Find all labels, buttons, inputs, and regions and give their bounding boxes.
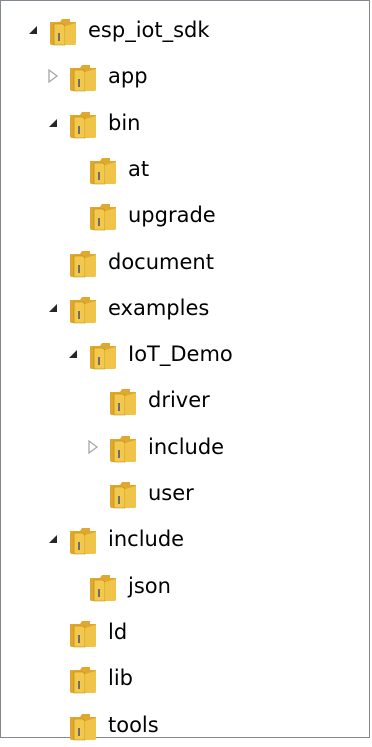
tree-item-label: app bbox=[108, 64, 148, 89]
tree-item-label: json bbox=[128, 573, 171, 598]
tree-item[interactable]: document bbox=[45, 240, 214, 284]
tree-item[interactable]: bin bbox=[45, 101, 140, 145]
expand-arrow-icon[interactable] bbox=[45, 115, 61, 131]
folder-icon bbox=[107, 430, 139, 464]
tree-item-label: driver bbox=[148, 388, 210, 413]
tree-item-label: bin bbox=[108, 110, 141, 135]
expand-arrow-icon[interactable] bbox=[45, 531, 61, 547]
toggle-spacer bbox=[65, 161, 81, 177]
tree-item-label: document bbox=[108, 249, 214, 274]
expand-arrow-icon[interactable] bbox=[45, 300, 61, 316]
toggle-spacer bbox=[45, 717, 61, 733]
collapse-arrow-icon[interactable] bbox=[85, 439, 101, 455]
folder-icon bbox=[67, 522, 99, 556]
expand-arrow-icon[interactable] bbox=[65, 346, 81, 362]
folder-icon bbox=[107, 383, 139, 417]
tree-item[interactable]: ld bbox=[45, 610, 127, 654]
tree-item-label: IoT_Demo bbox=[128, 342, 233, 367]
folder-icon bbox=[87, 337, 119, 371]
tree-item-label: esp_iot_sdk bbox=[88, 18, 210, 42]
tree-item[interactable]: at bbox=[65, 147, 149, 191]
folder-icon bbox=[87, 198, 119, 232]
tree-item[interactable]: include bbox=[85, 425, 224, 469]
toggle-spacer bbox=[45, 670, 61, 686]
tree-item-label: include bbox=[148, 434, 225, 459]
folder-icon bbox=[87, 569, 119, 603]
tree-item-label: ld bbox=[108, 619, 128, 644]
expand-arrow-icon[interactable] bbox=[25, 22, 41, 38]
folder-icon bbox=[67, 291, 99, 325]
tree-item-label: include bbox=[108, 527, 185, 552]
toggle-spacer bbox=[45, 624, 61, 640]
folder-icon bbox=[107, 476, 139, 510]
folder-tree-pane[interactable]: esp_iot_sdkapp bin at upgrade document exampl… bbox=[0, 0, 370, 740]
folder-icon bbox=[67, 615, 99, 649]
tree-item-label: at bbox=[128, 156, 150, 181]
toggle-spacer bbox=[85, 392, 101, 408]
tree-item-label: lib bbox=[108, 666, 133, 691]
tree-item[interactable]: lib bbox=[45, 656, 133, 700]
folder-icon bbox=[67, 661, 99, 695]
tree-item-label: user bbox=[148, 481, 194, 505]
collapse-arrow-icon[interactable] bbox=[45, 68, 61, 84]
folder-icon bbox=[67, 708, 99, 742]
tree-item[interactable]: include bbox=[45, 517, 184, 561]
tree-item-label: examples bbox=[108, 295, 210, 320]
tree-item[interactable]: examples bbox=[45, 286, 209, 330]
folder-icon bbox=[67, 59, 99, 93]
tree-item[interactable]: app bbox=[45, 54, 148, 98]
toggle-spacer bbox=[45, 254, 61, 270]
tree-item[interactable]: esp_iot_sdk bbox=[25, 8, 210, 52]
folder-icon bbox=[67, 106, 99, 140]
folder-icon bbox=[87, 152, 119, 186]
folder-icon bbox=[67, 245, 99, 279]
tree-item[interactable]: driver bbox=[85, 378, 210, 422]
tree-item[interactable]: upgrade bbox=[65, 193, 216, 237]
tree-item-label: upgrade bbox=[128, 203, 216, 228]
toggle-spacer bbox=[65, 578, 81, 594]
tree-item[interactable]: IoT_Demo bbox=[65, 332, 233, 376]
tree-item[interactable]: user bbox=[85, 471, 194, 515]
folder-icon bbox=[47, 13, 79, 47]
toggle-spacer bbox=[65, 207, 81, 223]
tree-item[interactable]: json bbox=[65, 564, 171, 608]
toggle-spacer bbox=[85, 485, 101, 501]
